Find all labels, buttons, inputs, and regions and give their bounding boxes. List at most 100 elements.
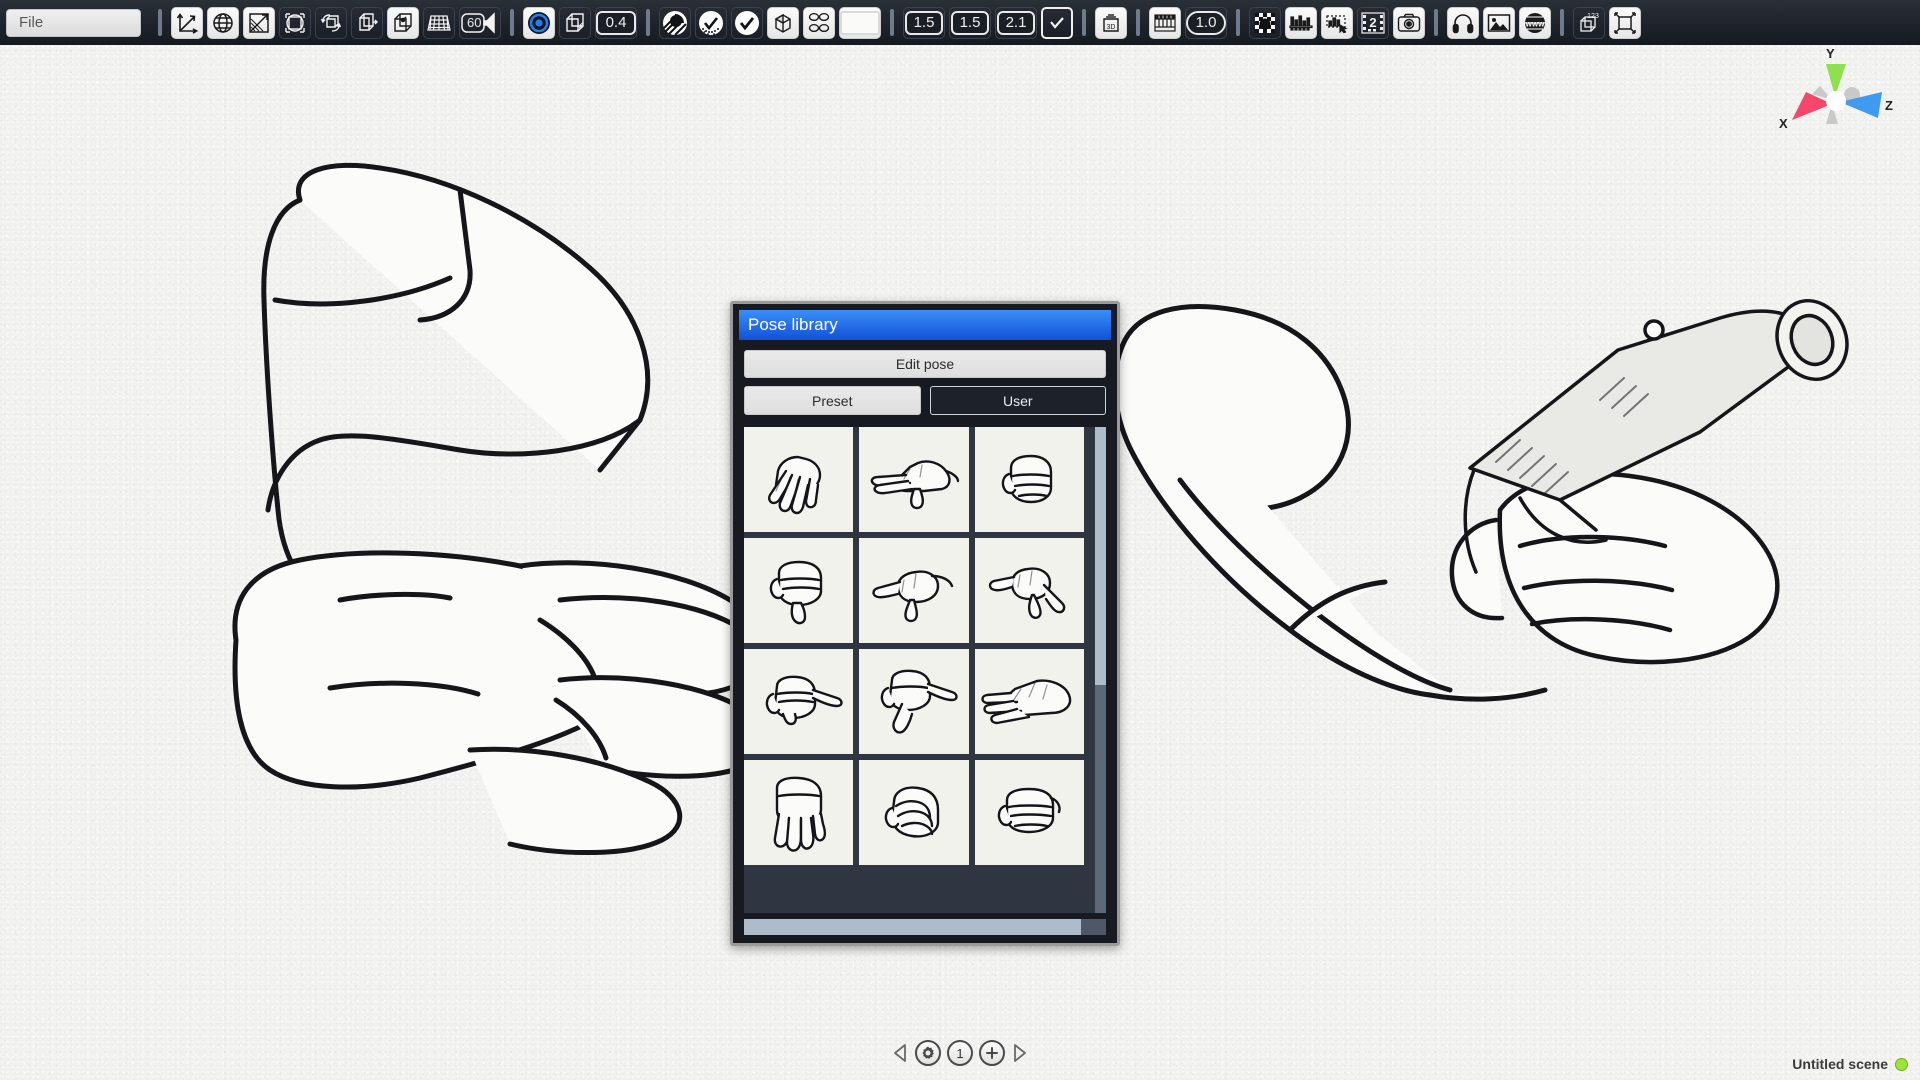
prev-page-button[interactable] <box>891 1040 909 1066</box>
outline-width-value: 1.5 <box>905 11 943 35</box>
pose-source-tabs[interactable]: Preset User <box>744 386 1106 415</box>
keyframe-select-icon[interactable] <box>1321 7 1353 39</box>
main-toolbar[interactable]: File <box>0 0 1920 45</box>
frame-number-icon[interactable]: 2 <box>1357 7 1389 39</box>
edit-pose-button[interactable]: Edit pose <box>744 350 1106 378</box>
toolbar-separator <box>1082 9 1086 36</box>
dialog-title-bar[interactable]: Pose library <box>739 310 1111 340</box>
gear-icon <box>920 1045 936 1061</box>
toolbar-separator <box>158 9 162 36</box>
cube-123-icon[interactable]: 123 <box>1573 7 1605 39</box>
checker-ball-icon[interactable] <box>1249 7 1281 39</box>
image-icon[interactable] <box>1483 7 1515 39</box>
vertical-scroll-thumb[interactable] <box>1095 427 1106 685</box>
pose-cell-hand-flat-fingers[interactable] <box>975 649 1084 754</box>
line-toggle-check[interactable] <box>1041 7 1073 39</box>
cube-translate-icon[interactable] <box>351 7 383 39</box>
pose-cell-hand-fist-knuckles[interactable] <box>975 760 1084 865</box>
status-indicator-dot <box>1895 1058 1908 1071</box>
cube-rotate-icon[interactable] <box>315 7 347 39</box>
opacity-value-field[interactable]: 0.4 <box>595 7 637 39</box>
grid-floor-icon[interactable] <box>423 7 455 39</box>
gizmo-center <box>1826 91 1846 111</box>
sphere-shade-icon[interactable] <box>659 7 691 39</box>
page-navigation[interactable]: 1 <box>0 1040 1920 1066</box>
fov-value: 60 <box>467 15 481 30</box>
sphere-check-dotted-icon[interactable] <box>695 7 727 39</box>
scene-status: Untitled scene <box>1792 1056 1908 1072</box>
plus-icon <box>984 1045 1000 1061</box>
target-focus-icon[interactable] <box>523 7 555 39</box>
contour-width-value: 1.5 <box>951 11 989 35</box>
color-swatch <box>840 11 880 35</box>
scene-name-label: Untitled scene <box>1792 1056 1888 1072</box>
scene-settings-button[interactable] <box>915 1040 941 1066</box>
box-shade-icon[interactable] <box>767 7 799 39</box>
3d-layer-icon[interactable]: 3D <box>1095 7 1127 39</box>
cube-perspective-icon[interactable] <box>559 7 591 39</box>
horizontal-scroll-thumb[interactable] <box>744 919 1081 935</box>
pose-cell-hand-fist-side[interactable] <box>859 760 968 865</box>
pose-cell-hand-fingers-down[interactable] <box>744 760 853 865</box>
bounding-box-icon[interactable] <box>1609 7 1641 39</box>
pose-grid-container[interactable] <box>744 427 1106 913</box>
tab-preset-label: Preset <box>812 393 852 409</box>
pose-grid-vertical-scrollbar[interactable] <box>1095 427 1106 913</box>
keyframe-graph-icon[interactable] <box>1285 7 1317 39</box>
pose-cell-hand-index-angled[interactable] <box>859 649 968 754</box>
bounding-rotate-icon[interactable] <box>279 7 311 39</box>
pose-cell-hand-index-point[interactable] <box>859 538 968 643</box>
camera-icon[interactable] <box>1393 7 1425 39</box>
toolbar-separator <box>890 9 894 36</box>
current-page-indicator[interactable]: 1 <box>947 1040 973 1066</box>
pose-cell-hand-index-down[interactable] <box>744 649 853 754</box>
headphones-icon[interactable] <box>1447 7 1479 39</box>
gizmo-x-label: X <box>1779 116 1788 131</box>
toolbar-separator <box>646 9 650 36</box>
svg-text:www: www <box>1525 19 1545 28</box>
cube-point-icon[interactable] <box>387 7 419 39</box>
pose-library-dialog[interactable]: Pose library Edit pose Preset User <box>730 301 1120 946</box>
tab-user[interactable]: User <box>930 386 1107 415</box>
next-page-button[interactable] <box>1011 1040 1029 1066</box>
axis-move-icon[interactable] <box>171 7 203 39</box>
pose-grid-horizontal-scrollbar[interactable] <box>744 919 1106 935</box>
pose-cell-hand-relaxed-spread[interactable] <box>744 427 853 532</box>
pose-cell-hand-two-fingers[interactable] <box>975 538 1084 643</box>
gizmo-z-label: Z <box>1885 98 1893 113</box>
toolbar-separator <box>1136 9 1140 36</box>
sphere-check-icon[interactable] <box>731 7 763 39</box>
add-page-button[interactable] <box>979 1040 1005 1066</box>
file-menu-label: File <box>19 14 43 31</box>
contour-width-field[interactable]: 1.5 <box>949 7 991 39</box>
pose-cell-hand-fist-front[interactable] <box>975 427 1084 532</box>
globe-rotate-icon[interactable] <box>207 7 239 39</box>
file-menu-button[interactable]: File <box>6 9 141 37</box>
dialog-title-text: Pose library <box>748 315 838 335</box>
background-color-swatch[interactable] <box>839 7 881 39</box>
opacity-value: 0.4 <box>596 11 636 35</box>
svg-text:123: 123 <box>1587 13 1599 20</box>
axis-gizmo[interactable]: Y X Z <box>1770 48 1900 158</box>
zoom-scale-field[interactable]: 1.0 <box>1185 7 1227 39</box>
detail-width-field[interactable]: 2.1 <box>995 7 1037 39</box>
toolbar-separator <box>1560 9 1564 36</box>
fov-speaker-icon[interactable]: 60 <box>459 7 501 39</box>
toolbar-separator <box>1434 9 1438 36</box>
tab-user-label: User <box>1003 393 1033 409</box>
www-globe-icon[interactable]: www <box>1519 7 1551 39</box>
outline-width-field[interactable]: 1.5 <box>903 7 945 39</box>
tab-preset[interactable]: Preset <box>744 386 921 415</box>
scale-diagonal-icon[interactable] <box>243 7 275 39</box>
frame-number-value: 2 <box>1369 15 1376 30</box>
film-strip-icon[interactable] <box>1149 7 1181 39</box>
detail-width-value: 2.1 <box>997 11 1035 35</box>
toolbar-separator <box>1236 9 1240 36</box>
edit-pose-label: Edit pose <box>896 356 954 372</box>
toolbar-separator <box>510 9 514 36</box>
gizmo-y-label: Y <box>1826 46 1835 61</box>
pose-grid[interactable] <box>744 427 1084 865</box>
pose-cell-hand-fist-thumb-down[interactable] <box>744 538 853 643</box>
pose-cell-hand-flat-pointing[interactable] <box>859 427 968 532</box>
four-spheres-icon[interactable] <box>803 7 835 39</box>
